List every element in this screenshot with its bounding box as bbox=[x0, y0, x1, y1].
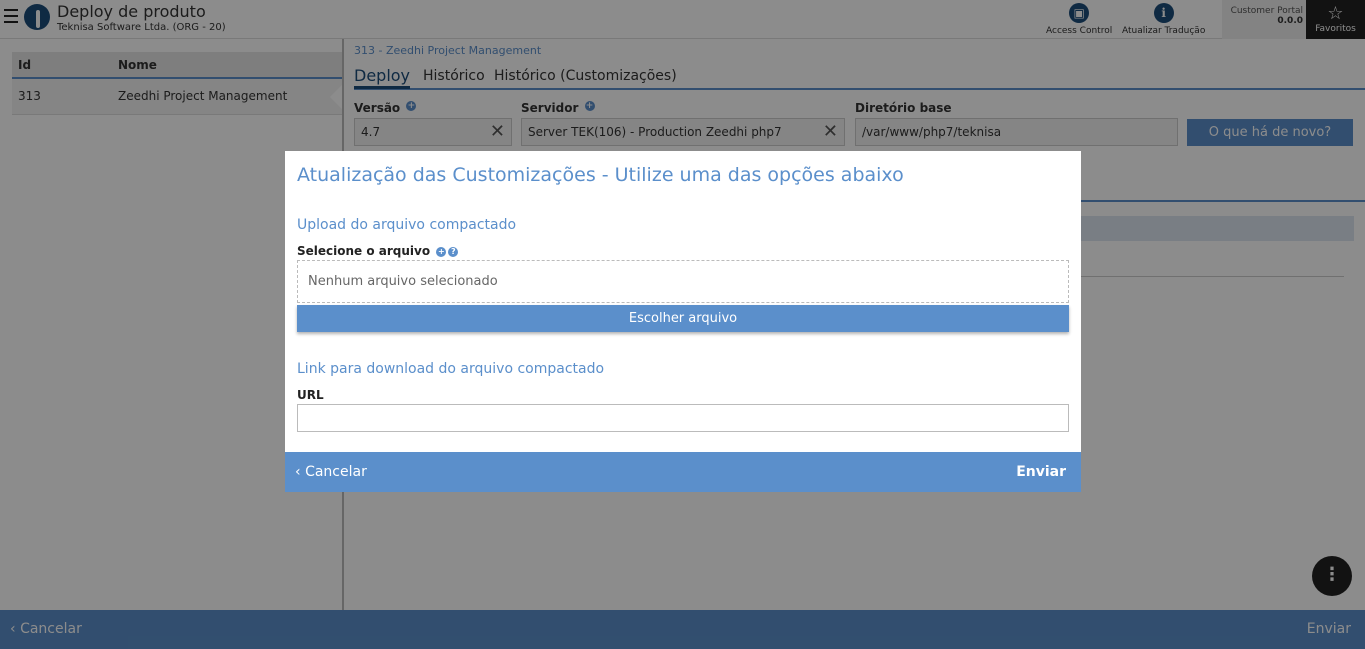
link-section-title: Link para download do arquivo compactado bbox=[297, 361, 605, 377]
url-input[interactable] bbox=[297, 404, 1069, 432]
modal-cancel-button[interactable]: ‹ Cancelar bbox=[295, 464, 367, 480]
modal-footer: ‹ Cancelar Enviar bbox=[285, 452, 1081, 492]
modal-cancel-label: Cancelar bbox=[305, 464, 367, 480]
url-label: URL bbox=[297, 388, 324, 402]
modal-send-button[interactable]: Enviar bbox=[1016, 464, 1066, 480]
file-placeholder: Nenhum arquivo selecionado bbox=[308, 274, 498, 289]
chevron-left-icon: ‹ bbox=[295, 464, 301, 480]
file-drop-zone[interactable]: Nenhum arquivo selecionado bbox=[297, 260, 1069, 303]
file-label: Selecione o arquivo +? bbox=[297, 244, 459, 258]
upload-section-title: Upload do arquivo compactado bbox=[297, 217, 517, 233]
modal-title: Atualização das Customizações - Utilize … bbox=[297, 164, 904, 186]
help-icon[interactable]: ? bbox=[448, 246, 459, 257]
choose-file-button[interactable]: Escolher arquivo bbox=[297, 305, 1069, 332]
customization-update-modal: Atualização das Customizações - Utilize … bbox=[285, 151, 1081, 492]
file-label-text: Selecione o arquivo bbox=[297, 244, 431, 258]
plus-icon[interactable]: + bbox=[436, 246, 447, 257]
